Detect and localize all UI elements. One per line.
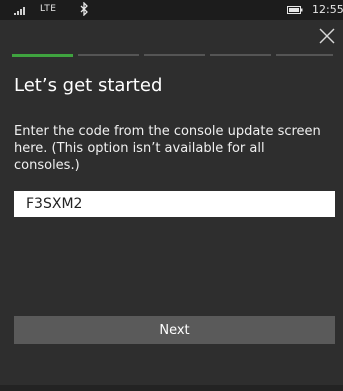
next-button[interactable]: Next [14, 316, 335, 344]
progress-step-4 [210, 54, 271, 56]
step-progress-bar [12, 54, 333, 57]
setup-screen: LTE 12:55 Let’s get started Enter the co… [0, 0, 343, 391]
bluetooth-icon [80, 2, 88, 16]
page-title: Let’s get started [14, 75, 163, 96]
code-input[interactable] [14, 191, 335, 217]
bottom-bar [0, 385, 343, 391]
signal-icon [14, 7, 25, 15]
progress-step-3 [144, 54, 205, 56]
battery-icon [287, 6, 303, 14]
network-type-label: LTE [40, 4, 57, 14]
progress-step-1 [12, 54, 73, 57]
status-bar: LTE 12:55 [0, 0, 343, 20]
close-icon[interactable] [318, 27, 336, 45]
status-time: 12:55 [312, 3, 343, 16]
progress-step-5 [276, 54, 333, 56]
instructions-text: Enter the code from the console update s… [14, 124, 321, 173]
progress-step-2 [78, 54, 139, 56]
